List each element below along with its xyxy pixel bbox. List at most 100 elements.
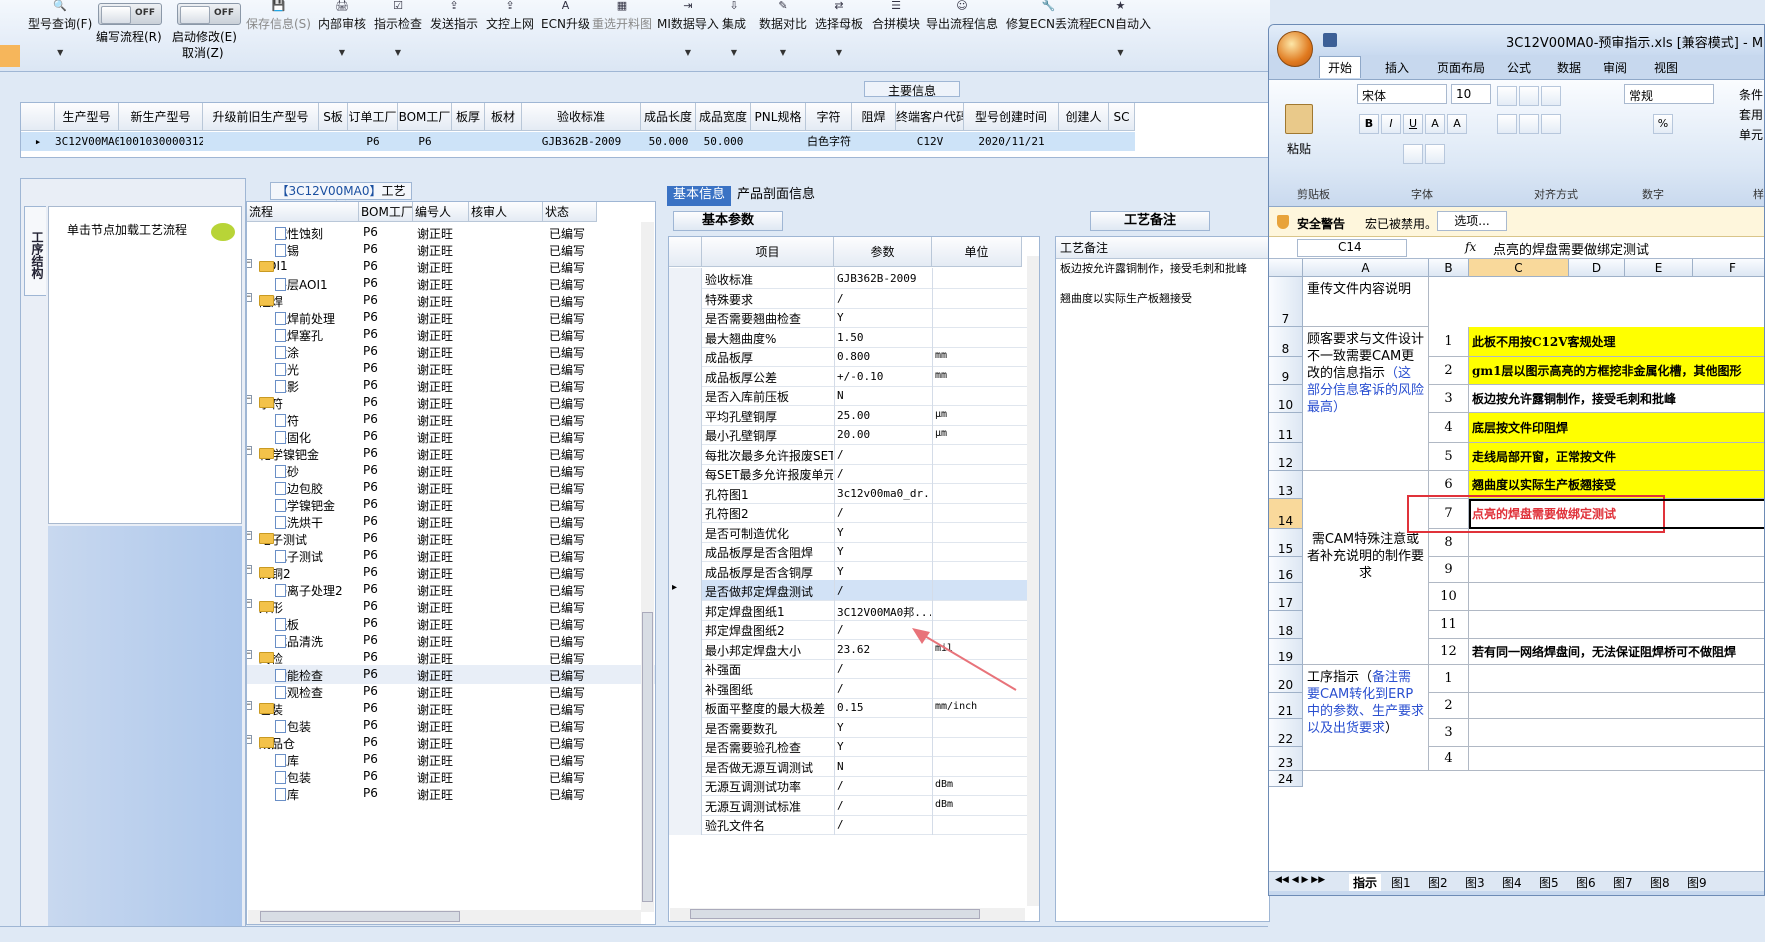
sheet-tab[interactable]: 图5: [1539, 874, 1559, 891]
tree-col-header[interactable]: 编号人: [413, 202, 469, 222]
item-text[interactable]: [1469, 557, 1764, 583]
item-number[interactable]: 12: [1429, 639, 1469, 665]
tree-col-header[interactable]: BOM工厂: [359, 202, 413, 222]
param-value[interactable]: /: [837, 506, 931, 519]
item-number[interactable]: 3: [1429, 719, 1469, 747]
column-header[interactable]: B: [1429, 259, 1469, 277]
sheet-tab[interactable]: 图4: [1502, 874, 1522, 891]
collapse-toggle[interactable]: −: [247, 701, 252, 710]
item-number[interactable]: 2: [1429, 693, 1469, 719]
align-button[interactable]: [1541, 86, 1561, 106]
grid-cell[interactable]: 2020/11/21: [964, 132, 1059, 151]
param-value[interactable]: 25.00: [837, 409, 931, 422]
item-text[interactable]: 此板不用按C12V客规处理: [1469, 327, 1764, 357]
row-header[interactable]: 12: [1269, 443, 1303, 471]
item-number[interactable]: 2: [1429, 357, 1469, 385]
param-value[interactable]: Y: [837, 740, 931, 753]
scroll-thumb[interactable]: [642, 612, 653, 902]
grid-col-header[interactable]: PNL规格: [751, 103, 806, 131]
tree-row[interactable]: 出库 P6 谢正旺 已编写: [247, 784, 655, 803]
tab-basic-params[interactable]: 基本参数: [673, 211, 783, 231]
sheet-tab[interactable]: 图6: [1576, 874, 1596, 891]
toolbar-button-6[interactable]: A ECN升级: [541, 0, 590, 70]
collapse-toggle[interactable]: −: [247, 735, 252, 744]
item-number[interactable]: 5: [1429, 443, 1469, 471]
toolbar-button-1[interactable]: 💾 保存信息(S): [246, 0, 311, 70]
param-value[interactable]: N: [837, 760, 931, 773]
param-value[interactable]: 1.50: [837, 331, 931, 344]
scroll-thumb[interactable]: [260, 911, 460, 922]
grid-col-header[interactable]: 订单工厂: [348, 103, 398, 131]
tab-process-notes[interactable]: 工艺备注: [1090, 211, 1210, 231]
tab-product-profile[interactable]: 产品剖面信息: [731, 186, 821, 206]
item-number[interactable]: 1: [1429, 327, 1469, 357]
param-row[interactable]: 是否入库前压板 N: [669, 385, 1039, 406]
collapse-toggle[interactable]: −: [247, 531, 252, 540]
font-style-button[interactable]: U: [1403, 114, 1423, 134]
grid-cell[interactable]: ▸: [21, 132, 55, 151]
font-style-button[interactable]: I: [1381, 114, 1401, 134]
grid-cell[interactable]: 3C12V00MA0: [55, 132, 119, 151]
grid-cell[interactable]: [452, 132, 485, 151]
grid-col-header[interactable]: [21, 103, 55, 131]
collapse-toggle[interactable]: −: [247, 293, 252, 302]
row-header[interactable]: 8: [1269, 327, 1303, 357]
sheet-tab[interactable]: 图8: [1650, 874, 1670, 891]
grid-col-header[interactable]: 字符: [806, 103, 852, 131]
row-header[interactable]: 18: [1269, 611, 1303, 639]
font-style-button[interactable]: A: [1425, 114, 1445, 134]
grid-col-header[interactable]: 成品宽度: [696, 103, 751, 131]
row-header[interactable]: 17: [1269, 583, 1303, 611]
param-value[interactable]: Y: [837, 545, 931, 558]
row-header[interactable]: 13: [1269, 471, 1303, 499]
row-header[interactable]: 19: [1269, 639, 1303, 665]
item-text[interactable]: [1469, 529, 1764, 557]
grid-col-header[interactable]: 板材: [485, 103, 522, 131]
grid-col-header[interactable]: 创建人: [1059, 103, 1109, 131]
item-number[interactable]: 4: [1429, 747, 1469, 771]
item-text[interactable]: [1469, 747, 1764, 771]
sheet-tab[interactable]: 图2: [1428, 874, 1448, 891]
collapse-toggle[interactable]: −: [247, 446, 252, 455]
grid-cell[interactable]: [1059, 132, 1109, 151]
toolbar-button-4[interactable]: ⇪ 发送指示: [430, 0, 478, 70]
grid-col-header[interactable]: 升级前旧生产型号: [203, 103, 319, 131]
column-header[interactable]: D: [1569, 259, 1625, 277]
param-row[interactable]: 补强面 /: [669, 658, 1039, 679]
grid-cell[interactable]: [485, 132, 522, 151]
param-value[interactable]: /: [837, 467, 931, 480]
param-row[interactable]: 验孔文件名 /: [669, 814, 1039, 835]
align-button[interactable]: [1497, 114, 1517, 134]
ribbon-side-item[interactable]: 套用: [1739, 106, 1763, 123]
param-value[interactable]: Y: [837, 721, 931, 734]
sheet-tab[interactable]: 图3: [1465, 874, 1485, 891]
grid-cell[interactable]: P6: [348, 132, 398, 151]
param-value[interactable]: /: [837, 818, 931, 831]
fill-color-icon[interactable]: [1403, 144, 1423, 164]
param-value[interactable]: 0.800: [837, 350, 931, 363]
grid-col-header[interactable]: SC: [1109, 103, 1135, 131]
param-row[interactable]: 是否需要验孔检查 Y: [669, 736, 1039, 757]
item-number[interactable]: 8: [1429, 529, 1469, 557]
param-value[interactable]: /: [837, 779, 931, 792]
grid-cell[interactable]: [852, 132, 896, 151]
grid-cell[interactable]: 10010300003124: [119, 132, 203, 151]
row-header[interactable]: 7: [1269, 277, 1303, 327]
param-value[interactable]: /: [837, 662, 931, 675]
toolbar-button-9[interactable]: ⇩ 集成 ▼: [722, 0, 746, 70]
align-button[interactable]: [1541, 114, 1561, 134]
row-header[interactable]: 14: [1269, 499, 1303, 529]
item-text[interactable]: gm1层以图示高亮的方框挖非金属化槽，其他图形: [1469, 357, 1764, 385]
param-row[interactable]: 孔符图2 /: [669, 502, 1039, 523]
param-row[interactable]: 无源互调测试功率 / dBm: [669, 775, 1039, 796]
grid-cell[interactable]: 50.000: [641, 132, 696, 151]
param-row[interactable]: 补强图纸 /: [669, 677, 1039, 699]
row-header[interactable]: 11: [1269, 413, 1303, 443]
param-value[interactable]: /: [837, 623, 931, 636]
formula-input[interactable]: 点亮的焊盘需要做绑定测试: [1489, 239, 1764, 258]
font-color-icon[interactable]: [1425, 144, 1445, 164]
toolbar-button-2[interactable]: 🖨 内部审核 ▼: [318, 0, 366, 70]
toolbar-button-14[interactable]: 🔧 修复ECN丢流程: [1006, 0, 1091, 70]
row-header[interactable]: 16: [1269, 557, 1303, 583]
tree-col-header[interactable]: 核审人: [469, 202, 543, 222]
